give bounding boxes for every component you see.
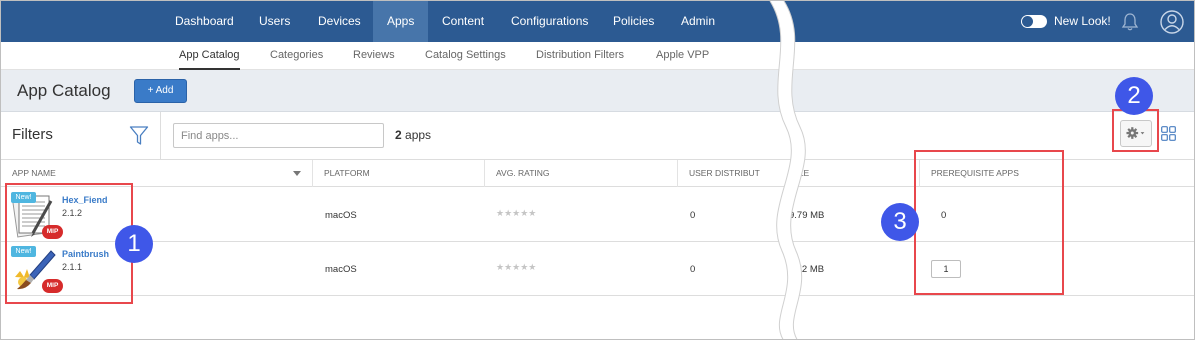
user-avatar-icon[interactable] [1160, 10, 1184, 34]
callout-3: 3 [881, 203, 919, 241]
nav-content[interactable]: Content [428, 1, 498, 42]
app-window: Dashboard Users Devices Apps Content Con… [0, 0, 1195, 340]
highlight-gear-button [1112, 109, 1159, 152]
filters-panel: Filters [1, 112, 161, 160]
subnav-catalog-settings[interactable]: Catalog Settings [425, 42, 506, 70]
add-app-button[interactable]: + Add [134, 79, 187, 103]
page-title: App Catalog [17, 81, 111, 100]
new-look-toggle[interactable] [1021, 15, 1047, 28]
nav-configurations[interactable]: Configurations [497, 1, 602, 42]
subnav-categories[interactable]: Categories [270, 42, 323, 70]
subnav-app-catalog[interactable]: App Catalog [179, 42, 240, 70]
new-look-label: New Look! [1054, 14, 1111, 28]
top-navigation-bar: Dashboard Users Devices Apps Content Con… [1, 1, 1194, 42]
nav-apps[interactable]: Apps [373, 1, 429, 42]
find-apps-search-input[interactable] [173, 123, 384, 148]
app-count-number: 2 [395, 128, 402, 142]
highlight-app-badges [5, 183, 133, 304]
torn-page-divider [769, 1, 806, 339]
sub-navigation-bar: App Catalog Categories Reviews Catalog S… [1, 42, 1194, 70]
nav-admin[interactable]: Admin [667, 1, 729, 42]
subnav-distribution-filters[interactable]: Distribution Filters [536, 42, 624, 70]
filters-label: Filters [12, 126, 53, 143]
callout-2: 2 [1115, 77, 1153, 115]
column-header-avg-rating[interactable]: AVG. RATING [485, 160, 678, 187]
filter-funnel-icon[interactable] [129, 125, 149, 147]
column-header-platform[interactable]: PLATFORM [313, 160, 485, 187]
rating-stars: ★★★★★ [496, 208, 537, 218]
sort-caret-down-icon[interactable] [293, 171, 301, 176]
callout-1: 1 [115, 225, 153, 263]
platform-cell: macOS [325, 210, 357, 221]
column-header-label: APP NAME [12, 168, 56, 178]
subnav-reviews[interactable]: Reviews [353, 42, 395, 70]
app-count-unit: apps [405, 128, 432, 142]
platform-cell: macOS [325, 264, 357, 275]
app-count: 2 apps [395, 128, 431, 142]
page-header: App Catalog + Add [1, 70, 1194, 112]
grid-view-icon[interactable] [1161, 126, 1176, 141]
subnav-apple-vpp[interactable]: Apple VPP [656, 42, 709, 70]
highlight-prerequisite-apps-column [914, 150, 1064, 295]
nav-dashboard[interactable]: Dashboard [161, 1, 248, 42]
bell-icon[interactable] [1120, 12, 1140, 32]
nav-users[interactable]: Users [245, 1, 304, 42]
user-distribution-cell: 0 [690, 264, 696, 275]
nav-devices[interactable]: Devices [304, 1, 375, 42]
user-distribution-cell: 0 [690, 210, 696, 221]
rating-stars: ★★★★★ [496, 262, 537, 272]
nav-policies[interactable]: Policies [599, 1, 668, 42]
